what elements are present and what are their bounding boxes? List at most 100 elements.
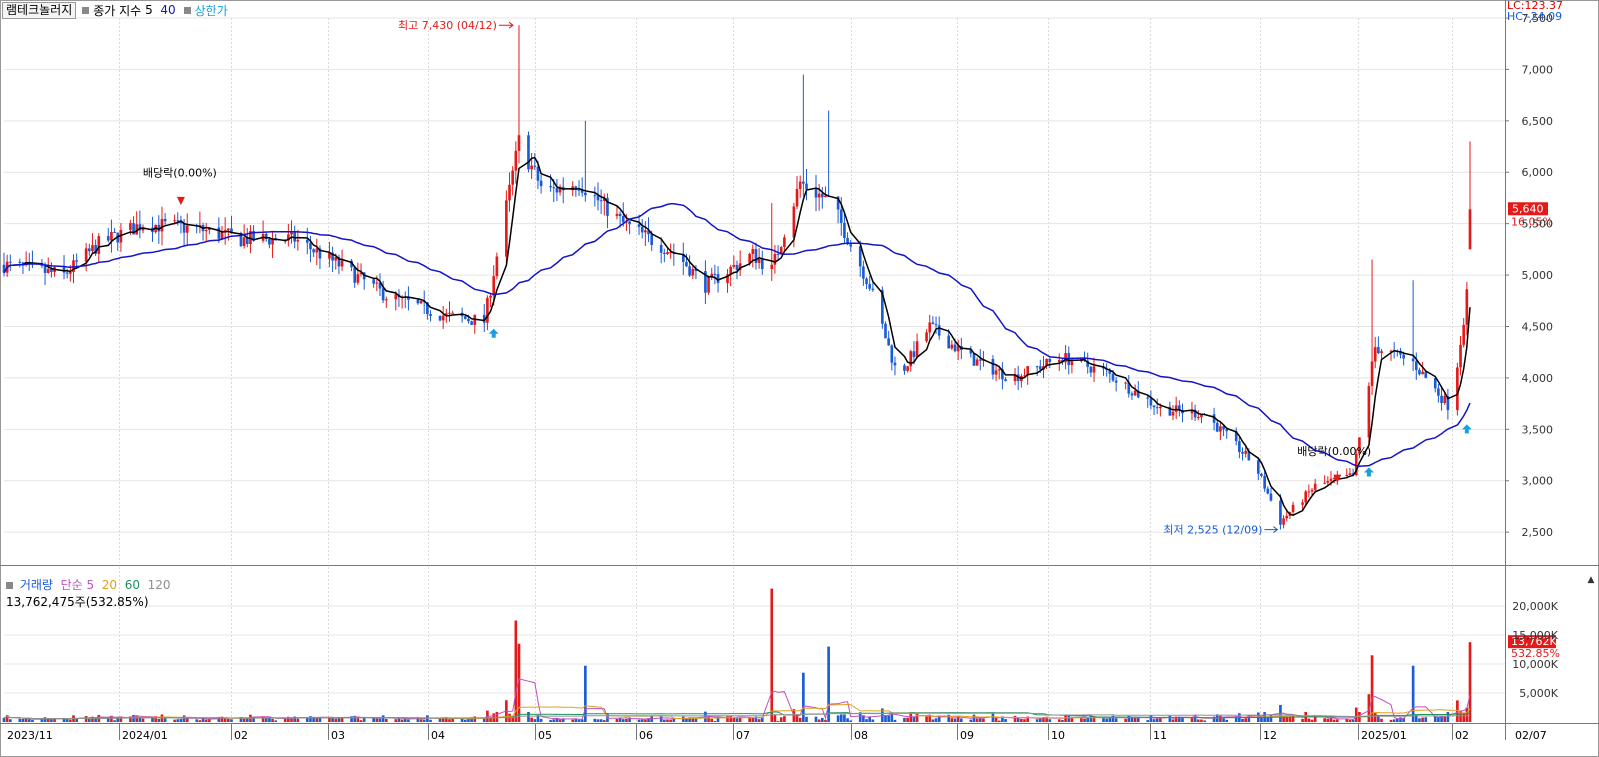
stock-chart-window: { "header": { "stock_name": "램테크놀러지", "i… [0, 0, 1599, 757]
volume-bar [1222, 718, 1225, 722]
candle-body [315, 248, 319, 253]
volume-bar [132, 714, 135, 722]
volume-bar [1086, 717, 1090, 722]
candle-body [1035, 366, 1039, 368]
candle-body [75, 260, 78, 262]
candle-body [1048, 358, 1052, 362]
volume-bar [779, 717, 783, 722]
candle-body [511, 170, 514, 185]
volume-bar [1219, 715, 1222, 722]
volume-bar [1241, 718, 1244, 722]
volume-bar [991, 713, 995, 722]
stock-name-box[interactable]: 램테크놀러지 [2, 1, 77, 19]
dividend-annotation-1: 배당락(0.00%) [143, 166, 217, 179]
volume-bar [903, 717, 906, 722]
volume-bar [1446, 712, 1450, 722]
volume-tick-label: 5,000K [1519, 687, 1558, 700]
candle-body [1313, 483, 1317, 490]
candle-body [113, 231, 116, 233]
candle-body [1440, 395, 1443, 404]
volume-bar [407, 719, 410, 722]
volume-bar [163, 718, 167, 722]
volume-bar [1070, 717, 1074, 722]
volume-bar [1307, 718, 1311, 722]
volume-bar [2, 717, 6, 722]
candle-body [1057, 359, 1061, 362]
volume-bar [296, 718, 300, 722]
volume-bar [865, 719, 868, 722]
candle-body [688, 266, 691, 276]
volume-bar [185, 718, 189, 722]
candle-body [185, 225, 189, 233]
volume-bar [151, 717, 154, 722]
candle-body [451, 312, 454, 314]
volume-bar [1392, 719, 1396, 722]
candle-body [1307, 491, 1311, 493]
volume-bar [27, 719, 31, 722]
price-tick-label: 4,000 [1522, 372, 1554, 385]
volume-bar [1146, 720, 1150, 722]
volume-bar [1437, 717, 1440, 722]
volume-bar [1373, 712, 1377, 722]
volume-bar [84, 716, 88, 722]
volume-bar [824, 719, 827, 722]
candle-body [87, 248, 91, 252]
candle-body [691, 269, 695, 276]
date-tick-label: 12 [1263, 729, 1277, 742]
price-volume-chart[interactable]: 최고 7,430 (04/12) 최저 2,525 (12/09) 배당락(0.00… [0, 0, 1599, 757]
candle-body [1456, 367, 1459, 411]
volume-bar [1424, 717, 1428, 722]
date-tick-label: 02 [1455, 729, 1469, 742]
candle-body [994, 370, 998, 375]
candle-body [549, 186, 552, 188]
volume-bar [198, 720, 202, 722]
volume-bar [24, 718, 28, 722]
candle-body [915, 341, 919, 358]
candle-body [814, 189, 818, 198]
legend-square-icon-2 [183, 6, 191, 14]
volume-ma1: 5 [86, 578, 95, 592]
volume-bar [1326, 718, 1330, 722]
price-tick-label: 3,500 [1522, 423, 1554, 436]
candle-body [217, 227, 221, 239]
date-tick-label: 03 [331, 729, 345, 742]
volume-bar [659, 716, 663, 722]
volume-bar [31, 719, 34, 722]
candle-body [599, 200, 603, 202]
volume-tick-label: 20,000K [1512, 600, 1558, 613]
volume-bar [527, 712, 530, 722]
price-tick-label: 4,500 [1522, 320, 1554, 333]
scroll-up-icon[interactable]: ▲ [1584, 575, 1598, 585]
volume-bar [757, 719, 761, 722]
volume-bar [173, 719, 176, 722]
volume-current-readout: 13,762,475주(532.85%) [6, 595, 149, 609]
candle-body [1266, 488, 1270, 494]
volume-bar [359, 720, 363, 722]
volume-bar [65, 719, 69, 722]
candle-body [893, 362, 897, 366]
volume-bar [1329, 718, 1333, 722]
candle-body [1443, 396, 1447, 404]
volume-bar [1323, 718, 1326, 722]
date-tick-label: 02 [234, 729, 248, 742]
date-tick-label: 2024/01 [122, 729, 168, 742]
candle-body [242, 237, 246, 247]
candle-body [492, 276, 496, 296]
candle-body [1152, 405, 1156, 408]
candle-body [505, 200, 508, 257]
candle-body [1149, 398, 1153, 406]
volume-bar [906, 717, 909, 722]
volume-bar [1203, 720, 1206, 722]
volume-bar [549, 720, 552, 722]
volume-bar [375, 718, 379, 722]
volume-bar [264, 717, 268, 722]
candle-body [1424, 371, 1428, 378]
candle-body [1377, 347, 1380, 354]
candle-body [1433, 377, 1437, 389]
candle-body [615, 213, 619, 216]
volume-bar [1168, 715, 1172, 722]
candle-body [1174, 405, 1178, 412]
volume-bar [160, 714, 164, 722]
volume-bar [602, 720, 606, 722]
candle-body [489, 295, 492, 298]
